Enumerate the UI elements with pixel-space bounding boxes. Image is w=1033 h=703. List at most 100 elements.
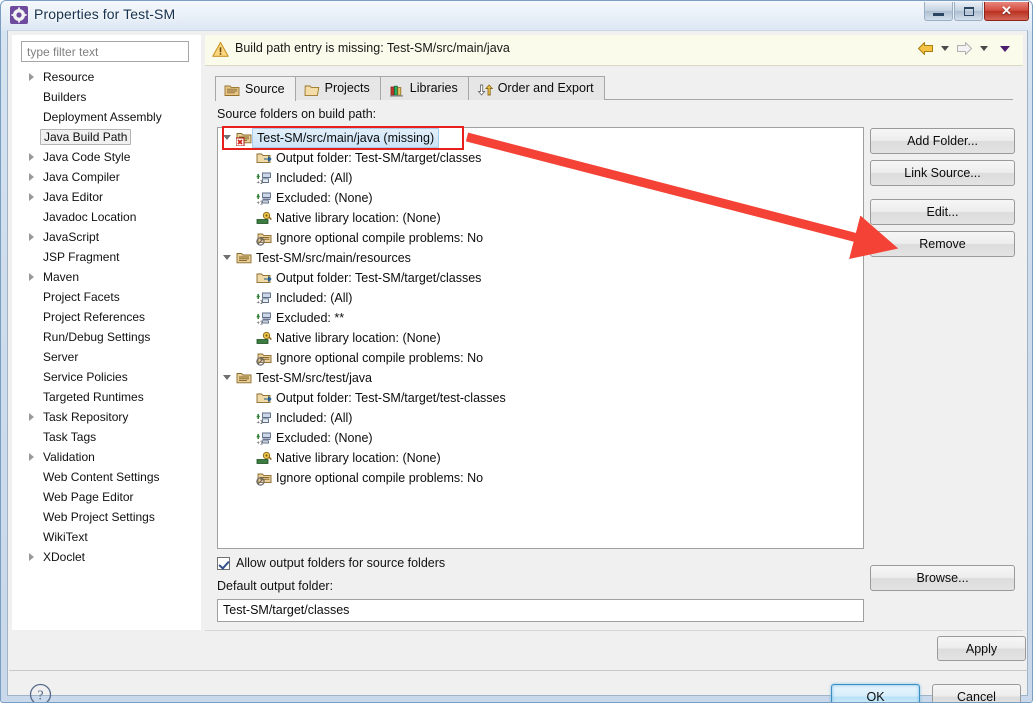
source-folder-attribute-row[interactable]: Native library location: (None) <box>218 208 863 228</box>
title-bar: Properties for Test-SM ✕ <box>1 1 1032 30</box>
sidebar-item-task-repository[interactable]: Task Repository <box>13 407 200 427</box>
link-source-button[interactable]: Link Source... <box>870 160 1015 186</box>
chevron-down-icon[interactable] <box>223 135 231 140</box>
sidebar-item-project-facets[interactable]: Project Facets <box>13 287 200 307</box>
edit-button[interactable]: Edit... <box>870 199 1015 225</box>
allow-output-folders-checkbox[interactable] <box>217 556 230 570</box>
source-folder-row[interactable]: Test-SM/src/main/java (missing) <box>218 128 863 148</box>
tab-source[interactable]: Source <box>215 76 296 101</box>
source-folder-attribute-row[interactable]: Ignore optional compile problems: No <box>218 348 863 368</box>
tab-libraries[interactable]: Libraries <box>379 76 469 100</box>
svg-text:+1: +1 <box>257 300 263 306</box>
sidebar-item-web-page-editor[interactable]: Web Page Editor <box>13 487 200 507</box>
source-folder-attribute-row[interactable]: Output folder: Test-SM/target/classes <box>218 268 863 288</box>
sidebar-item-label: XDoclet <box>43 550 86 564</box>
sidebar-item-web-project-settings[interactable]: Web Project Settings <box>13 507 200 527</box>
source-folder-attribute-row[interactable]: Native library location: (None) <box>218 448 863 468</box>
cancel-button[interactable]: Cancel <box>932 684 1021 702</box>
category-tree[interactable]: Resource Builders Deployment Assembly Java … <box>13 67 200 629</box>
sidebar-item-project-references[interactable]: Project References <box>13 307 200 327</box>
sidebar-item-java-editor[interactable]: Java Editor <box>13 187 200 207</box>
order-export-icon <box>477 82 493 96</box>
sidebar-item-maven[interactable]: Maven <box>13 267 200 287</box>
source-folder-row[interactable]: Test-SM/src/test/java <box>218 368 863 388</box>
source-folder-attribute-row[interactable]: +1 Excluded: (None) <box>218 428 863 448</box>
remove-button[interactable]: Remove <box>870 231 1015 257</box>
chevron-right-icon[interactable] <box>29 553 34 561</box>
source-folder-attribute-row[interactable]: Ignore optional compile problems: No <box>218 228 863 248</box>
sidebar-item-javascript[interactable]: JavaScript <box>13 227 200 247</box>
tree-row-label: Native library location: (None) <box>276 211 441 225</box>
sidebar-item-label: JSP Fragment <box>43 250 120 264</box>
chevron-right-icon[interactable] <box>29 453 34 461</box>
sidebar-item-task-tags[interactable]: Task Tags <box>13 427 200 447</box>
back-arrow-icon[interactable] <box>917 41 934 56</box>
sidebar-item-targeted-runtimes[interactable]: Targeted Runtimes <box>13 387 200 407</box>
source-folders-tree[interactable]: Test-SM/src/main/java (missing) Output fo… <box>217 127 864 549</box>
help-icon[interactable]: ? <box>29 683 52 703</box>
sidebar-item-wikitext[interactable]: WikiText <box>13 527 200 547</box>
tree-row-label: Included: (All) <box>276 411 353 425</box>
source-folder-attribute-row[interactable]: +1 Included: (All) <box>218 288 863 308</box>
tab-order-and-export[interactable]: Order and Export <box>467 76 605 100</box>
source-folder-attribute-row[interactable]: +1 Included: (All) <box>218 408 863 428</box>
sidebar-item-deployment-assembly[interactable]: Deployment Assembly <box>13 107 200 127</box>
sidebar-item-run-debug-settings[interactable]: Run/Debug Settings <box>13 327 200 347</box>
sidebar-item-label: WikiText <box>43 530 88 544</box>
tree-row-label: Included: (All) <box>276 171 353 185</box>
tree-row-label: Output folder: Test-SM/target/classes <box>276 271 482 285</box>
back-chevron-down-icon[interactable] <box>941 46 949 51</box>
tab-strip: Source Projects Libraries Order and Export <box>215 76 1013 101</box>
maximize-button[interactable] <box>954 2 983 21</box>
sidebar-item-java-build-path[interactable]: Java Build Path <box>13 127 200 147</box>
sidebar-item-javadoc-location[interactable]: Javadoc Location <box>13 207 200 227</box>
sidebar-item-jsp-fragment[interactable]: JSP Fragment <box>13 247 200 267</box>
chevron-right-icon[interactable] <box>29 193 34 201</box>
sidebar-item-builders[interactable]: Builders <box>13 87 200 107</box>
chevron-right-icon[interactable] <box>29 413 34 421</box>
close-button[interactable]: ✕ <box>984 2 1029 21</box>
svg-text:+1: +1 <box>257 201 263 207</box>
sidebar-item-xdoclet[interactable]: XDoclet <box>13 547 200 567</box>
included-filter-icon: +1 <box>256 170 272 186</box>
chevron-right-icon[interactable] <box>29 273 34 281</box>
libraries-books-icon <box>389 82 405 97</box>
sidebar-item-java-compiler[interactable]: Java Compiler <box>13 167 200 187</box>
source-folder-attribute-row[interactable]: +1 Excluded: (None) <box>218 188 863 208</box>
source-folder-row[interactable]: Test-SM/src/main/resources <box>218 248 863 268</box>
source-folder-attribute-row[interactable]: Ignore optional compile problems: No <box>218 468 863 488</box>
browse-button[interactable]: Browse... <box>870 565 1015 591</box>
sidebar-item-resource[interactable]: Resource <box>13 67 200 87</box>
chevron-right-icon[interactable] <box>29 173 34 181</box>
svg-text:+1: +1 <box>257 441 263 447</box>
source-folder-attribute-row[interactable]: Native library location: (None) <box>218 328 863 348</box>
sidebar-item-server[interactable]: Server <box>13 347 200 367</box>
more-chevron-down-icon[interactable] <box>1000 45 1010 52</box>
chevron-right-icon[interactable] <box>29 73 34 81</box>
chevron-down-icon[interactable] <box>223 255 231 260</box>
apply-button[interactable]: Apply <box>937 636 1026 661</box>
tree-row-label: Ignore optional compile problems: No <box>276 231 484 245</box>
sidebar-item-java-code-style[interactable]: Java Code Style <box>13 147 200 167</box>
source-folder-attribute-row[interactable]: Output folder: Test-SM/target/test-class… <box>218 388 863 408</box>
sidebar-item-validation[interactable]: Validation <box>13 447 200 467</box>
add-folder-button[interactable]: Add Folder... <box>870 128 1015 154</box>
chevron-down-icon[interactable] <box>223 375 231 380</box>
filter-input[interactable]: type filter text <box>21 41 189 62</box>
default-output-folder-input[interactable]: Test-SM/target/classes <box>217 599 864 622</box>
tab-projects[interactable]: Projects <box>294 76 381 100</box>
source-folder-attribute-row[interactable]: +1 Included: (All) <box>218 168 863 188</box>
minimize-button[interactable] <box>924 2 953 21</box>
native-library-icon <box>256 450 272 466</box>
sidebar-item-service-policies[interactable]: Service Policies <box>13 367 200 387</box>
tab-label: Libraries <box>409 81 458 95</box>
allow-output-folders-row[interactable]: Allow output folders for source folders <box>217 556 445 570</box>
ok-button[interactable]: OK <box>831 684 920 702</box>
chevron-right-icon[interactable] <box>29 233 34 241</box>
forward-chevron-down-icon[interactable] <box>980 46 988 51</box>
source-folder-attribute-row[interactable]: Output folder: Test-SM/target/classes <box>218 148 863 168</box>
chevron-right-icon[interactable] <box>29 153 34 161</box>
forward-arrow-icon[interactable] <box>956 41 973 56</box>
source-folder-attribute-row[interactable]: +1 Excluded: ** <box>218 308 863 328</box>
sidebar-item-web-content-settings[interactable]: Web Content Settings <box>13 467 200 487</box>
